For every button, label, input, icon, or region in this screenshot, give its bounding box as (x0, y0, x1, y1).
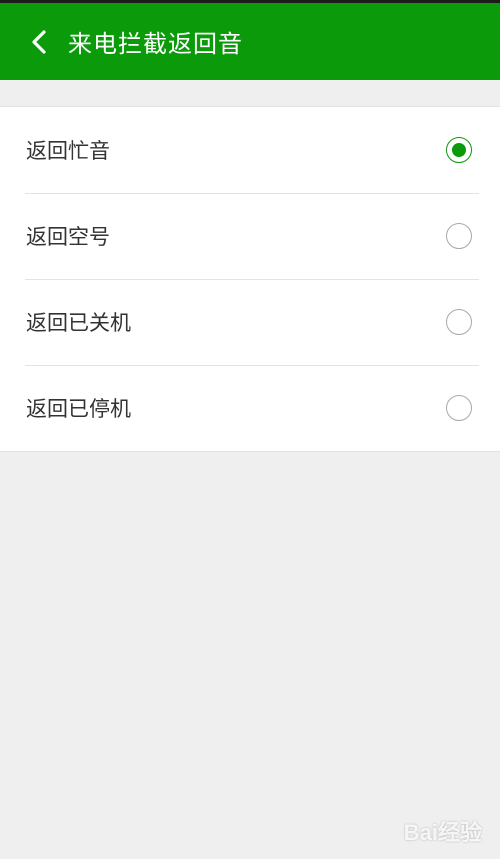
radio-unchecked-icon[interactable] (446, 395, 472, 421)
app-header: 来电拦截返回音 (0, 3, 500, 80)
radio-unchecked-icon[interactable] (446, 223, 472, 249)
option-label: 返回忙音 (26, 139, 110, 163)
option-label: 返回已停机 (26, 397, 131, 421)
page-title: 来电拦截返回音 (68, 30, 243, 58)
radio-checked-icon[interactable] (446, 137, 472, 163)
option-row-busy[interactable]: 返回忙音 (0, 107, 500, 193)
watermark: Bai经验 (404, 815, 482, 847)
screen: 来电拦截返回音 返回忙音 返回空号 返回已关机 返回已停机 Bai经验 (0, 0, 500, 859)
watermark-text: Bai经验 (403, 820, 482, 845)
chevron-left-icon (32, 29, 46, 54)
radio-unchecked-icon[interactable] (446, 309, 472, 335)
back-button[interactable] (14, 3, 64, 80)
radio-dot (452, 143, 466, 157)
option-list: 返回忙音 返回空号 返回已关机 返回已停机 (0, 106, 500, 452)
option-row-empty-number[interactable]: 返回空号 (0, 193, 500, 279)
option-row-suspended[interactable]: 返回已停机 (0, 365, 500, 451)
option-label: 返回已关机 (26, 311, 131, 335)
option-row-powered-off[interactable]: 返回已关机 (0, 279, 500, 365)
option-label: 返回空号 (26, 225, 110, 249)
